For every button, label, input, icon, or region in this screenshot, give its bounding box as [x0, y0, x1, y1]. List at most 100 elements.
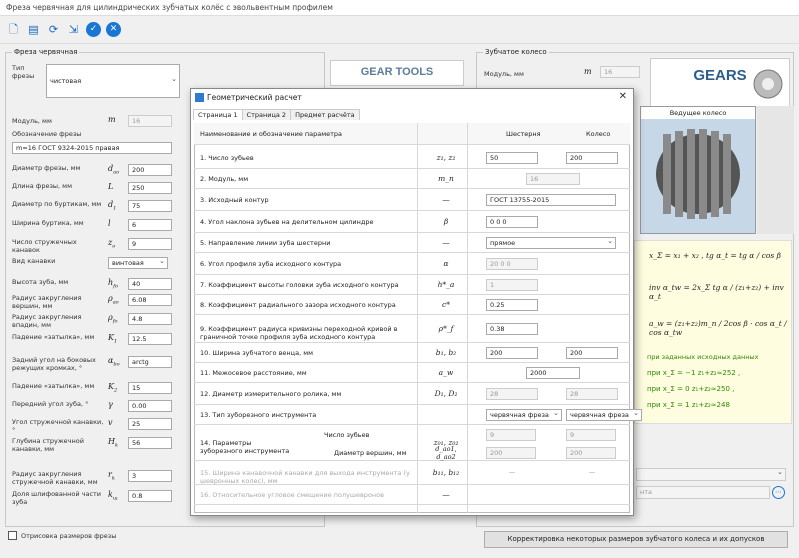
hob-param-field[interactable]: 0.8 — [128, 490, 172, 502]
tab-subject[interactable]: Предмет расчёта — [290, 109, 360, 120]
table-row: 1. Число зубьев z₁, z₂ 50 200 — [194, 147, 630, 169]
row-symbol: c* — [442, 300, 450, 309]
tool-diam-2[interactable]: 200 — [566, 447, 616, 459]
dialog-tabs: Страница 1 Страница 2 Предмет расчёта — [193, 109, 360, 121]
row-value[interactable]: 20 0 0 — [486, 258, 538, 270]
hob-param-field[interactable]: 250 — [128, 182, 172, 194]
ok-icon[interactable]: ✓ — [86, 22, 101, 37]
row-value-wheel[interactable]: — — [566, 467, 618, 479]
row-value-pinion[interactable]: 28 — [486, 388, 538, 400]
row-label: 13. Тип зуборезного инструмента — [200, 411, 317, 419]
hob-group-title: Фреза червячная — [12, 48, 80, 56]
hob-param-field[interactable]: 40 — [128, 278, 172, 290]
window-title: Фреза червячная для цилиндрических зубча… — [0, 0, 799, 16]
formula-panel: x_Σ = x₁ + x₂ , tg α_t = tg α / cos β in… — [634, 240, 792, 424]
table-row: 16. Относительное угловое смещение полуш… — [194, 485, 630, 505]
correction-button[interactable]: Корректировка некоторых размеров зубчато… — [484, 531, 788, 548]
tool-teeth-2[interactable]: 9 — [566, 429, 616, 441]
import-icon[interactable]: ⇲ — [66, 22, 81, 37]
hob-param-symbol: hfo — [108, 278, 119, 290]
tool-teeth-1[interactable]: 9 — [486, 429, 536, 441]
hob-param-field[interactable]: 9 — [128, 238, 172, 250]
hob-param-label: Доля шлифованной части зуба — [12, 490, 102, 506]
row-value[interactable]: прямое — [486, 237, 616, 249]
more-icon[interactable]: ⋯ — [772, 486, 785, 499]
row-value-pinion[interactable]: червячная фреза — [486, 409, 562, 421]
tab-page-1[interactable]: Страница 1 — [193, 109, 243, 120]
dialog-close-icon[interactable]: ✕ — [619, 91, 627, 102]
new-file-icon[interactable]: 🗋 — [6, 22, 21, 37]
gear-tools-logo: GEAR TOOLS — [330, 60, 464, 86]
hob-param-label: Число стружечных канавок — [12, 238, 77, 254]
driving-gear-image: Ведущее колесо — [640, 106, 756, 234]
col-divider-2 — [467, 123, 468, 513]
row-value-pinion[interactable]: 50 — [486, 152, 538, 164]
hob-param-field[interactable]: 0.00 — [128, 400, 172, 412]
right-bottom-field[interactable]: нта — [636, 486, 770, 499]
row-value[interactable]: ГОСТ 13755-2015 — [486, 194, 616, 206]
row-label: 11. Межосевое расстояние, мм — [200, 369, 307, 377]
hob-param-field[interactable]: 200 — [128, 164, 172, 176]
hob-param-field[interactable]: 15 — [128, 382, 172, 394]
tool-diam-1[interactable]: 200 — [486, 447, 536, 459]
row-value[interactable]: 2000 — [526, 367, 580, 379]
table-row: 9. Коэффициент радиуса кривизны переходн… — [194, 315, 630, 343]
row-value-wheel[interactable]: 28 — [566, 388, 618, 400]
hob-param-label: Радиус закругления стружечной канавки, м… — [12, 470, 98, 486]
right-module-field[interactable]: 16 — [600, 66, 640, 78]
row-value-pinion[interactable]: 200 — [486, 347, 538, 359]
row-value-wheel[interactable]: 200 — [566, 347, 618, 359]
hob-param-label: Передний угол зуба, ° — [12, 400, 89, 408]
row-value[interactable]: 1 — [486, 279, 538, 291]
designation-field[interactable]: m=16 ГОСТ 9324-2015 правая — [12, 142, 172, 154]
hob-param-label: Радиус закругления впадин, мм — [12, 313, 82, 329]
row-label: 14. Параметры зуборезного инструмента — [200, 439, 290, 455]
row-symbol: h*_a — [437, 280, 455, 289]
row-symbol: β — [443, 217, 449, 226]
type-select[interactable]: чистовая — [46, 64, 180, 98]
hob-param-field[interactable]: 25 — [128, 418, 172, 430]
gear-side-image — [757, 106, 794, 234]
row-value-wheel[interactable]: 200 — [566, 152, 618, 164]
hob-param-symbol: v — [108, 418, 113, 427]
module-field[interactable]: 16 — [128, 115, 172, 127]
hob-param-field[interactable]: 3 — [128, 470, 172, 482]
row-label: 6. Угол профиля зуба исходного контура — [200, 260, 342, 268]
hob-param-field[interactable]: 12.5 — [128, 333, 172, 345]
hob-param-label: Глубина стружечной канавки, мм — [12, 437, 84, 453]
hob-param-field[interactable]: 6.08 — [128, 294, 172, 306]
formula-inv: inv α_tw = 2x_Σ tg α / (z₁+z₂) + inv α_t — [649, 283, 784, 301]
hob-param-field[interactable]: arctg — [128, 356, 172, 368]
open-icon[interactable]: ▤ — [26, 22, 41, 37]
hob-param-label: Падение «затылка», мм — [12, 333, 95, 341]
hob-param-field[interactable]: 4.8 — [128, 313, 172, 325]
formula-aw: a_w = (z₁+z₂)m_n / 2cos β · cos α_t / co… — [649, 319, 787, 337]
hob-param-field[interactable]: 6 — [128, 219, 172, 231]
right-bottom-select[interactable] — [636, 468, 786, 481]
row-symbol: z₁, z₂ — [436, 153, 456, 162]
row-value-pinion[interactable]: — — [486, 467, 538, 479]
cancel-icon[interactable]: ✕ — [106, 22, 121, 37]
row-value[interactable]: 0 0 0 — [486, 216, 538, 228]
row-value-pinion[interactable] — [486, 489, 538, 501]
row-value-wheel[interactable] — [566, 489, 618, 501]
groove-type-select[interactable]: винтовая — [108, 257, 168, 269]
right-module-symbol: m — [584, 67, 592, 76]
table-row: 15. Ширина канавочной канавки для выхода… — [194, 461, 630, 485]
hob-param-label: Падение «затылка», мм — [12, 382, 95, 390]
row-value[interactable]: 0.38 — [486, 323, 538, 335]
table-row: 4. Угол наклона зубьев на делительном ци… — [194, 211, 630, 233]
hob-param-field[interactable]: 75 — [128, 200, 172, 212]
hob-param-symbol: K1 — [108, 333, 118, 345]
row-value-wheel[interactable]: червячная фреза — [566, 409, 642, 421]
table-row: 6. Угол профиля зуба исходного контура α 2… — [194, 253, 630, 275]
refresh-icon[interactable]: ⟳ — [46, 22, 61, 37]
draw-dimensions-checkbox[interactable] — [8, 531, 17, 540]
row-value[interactable]: 16 — [526, 173, 580, 185]
gear-render-icon — [656, 129, 740, 219]
header-param: Наименование и обозначение параметра — [200, 130, 343, 138]
hob-param-field[interactable]: 56 — [128, 437, 172, 449]
row-value[interactable]: 0.25 — [486, 299, 538, 311]
tab-page-2[interactable]: Страница 2 — [241, 109, 292, 120]
table-row: 5. Направление линии зуба шестерни — прямо… — [194, 233, 630, 253]
